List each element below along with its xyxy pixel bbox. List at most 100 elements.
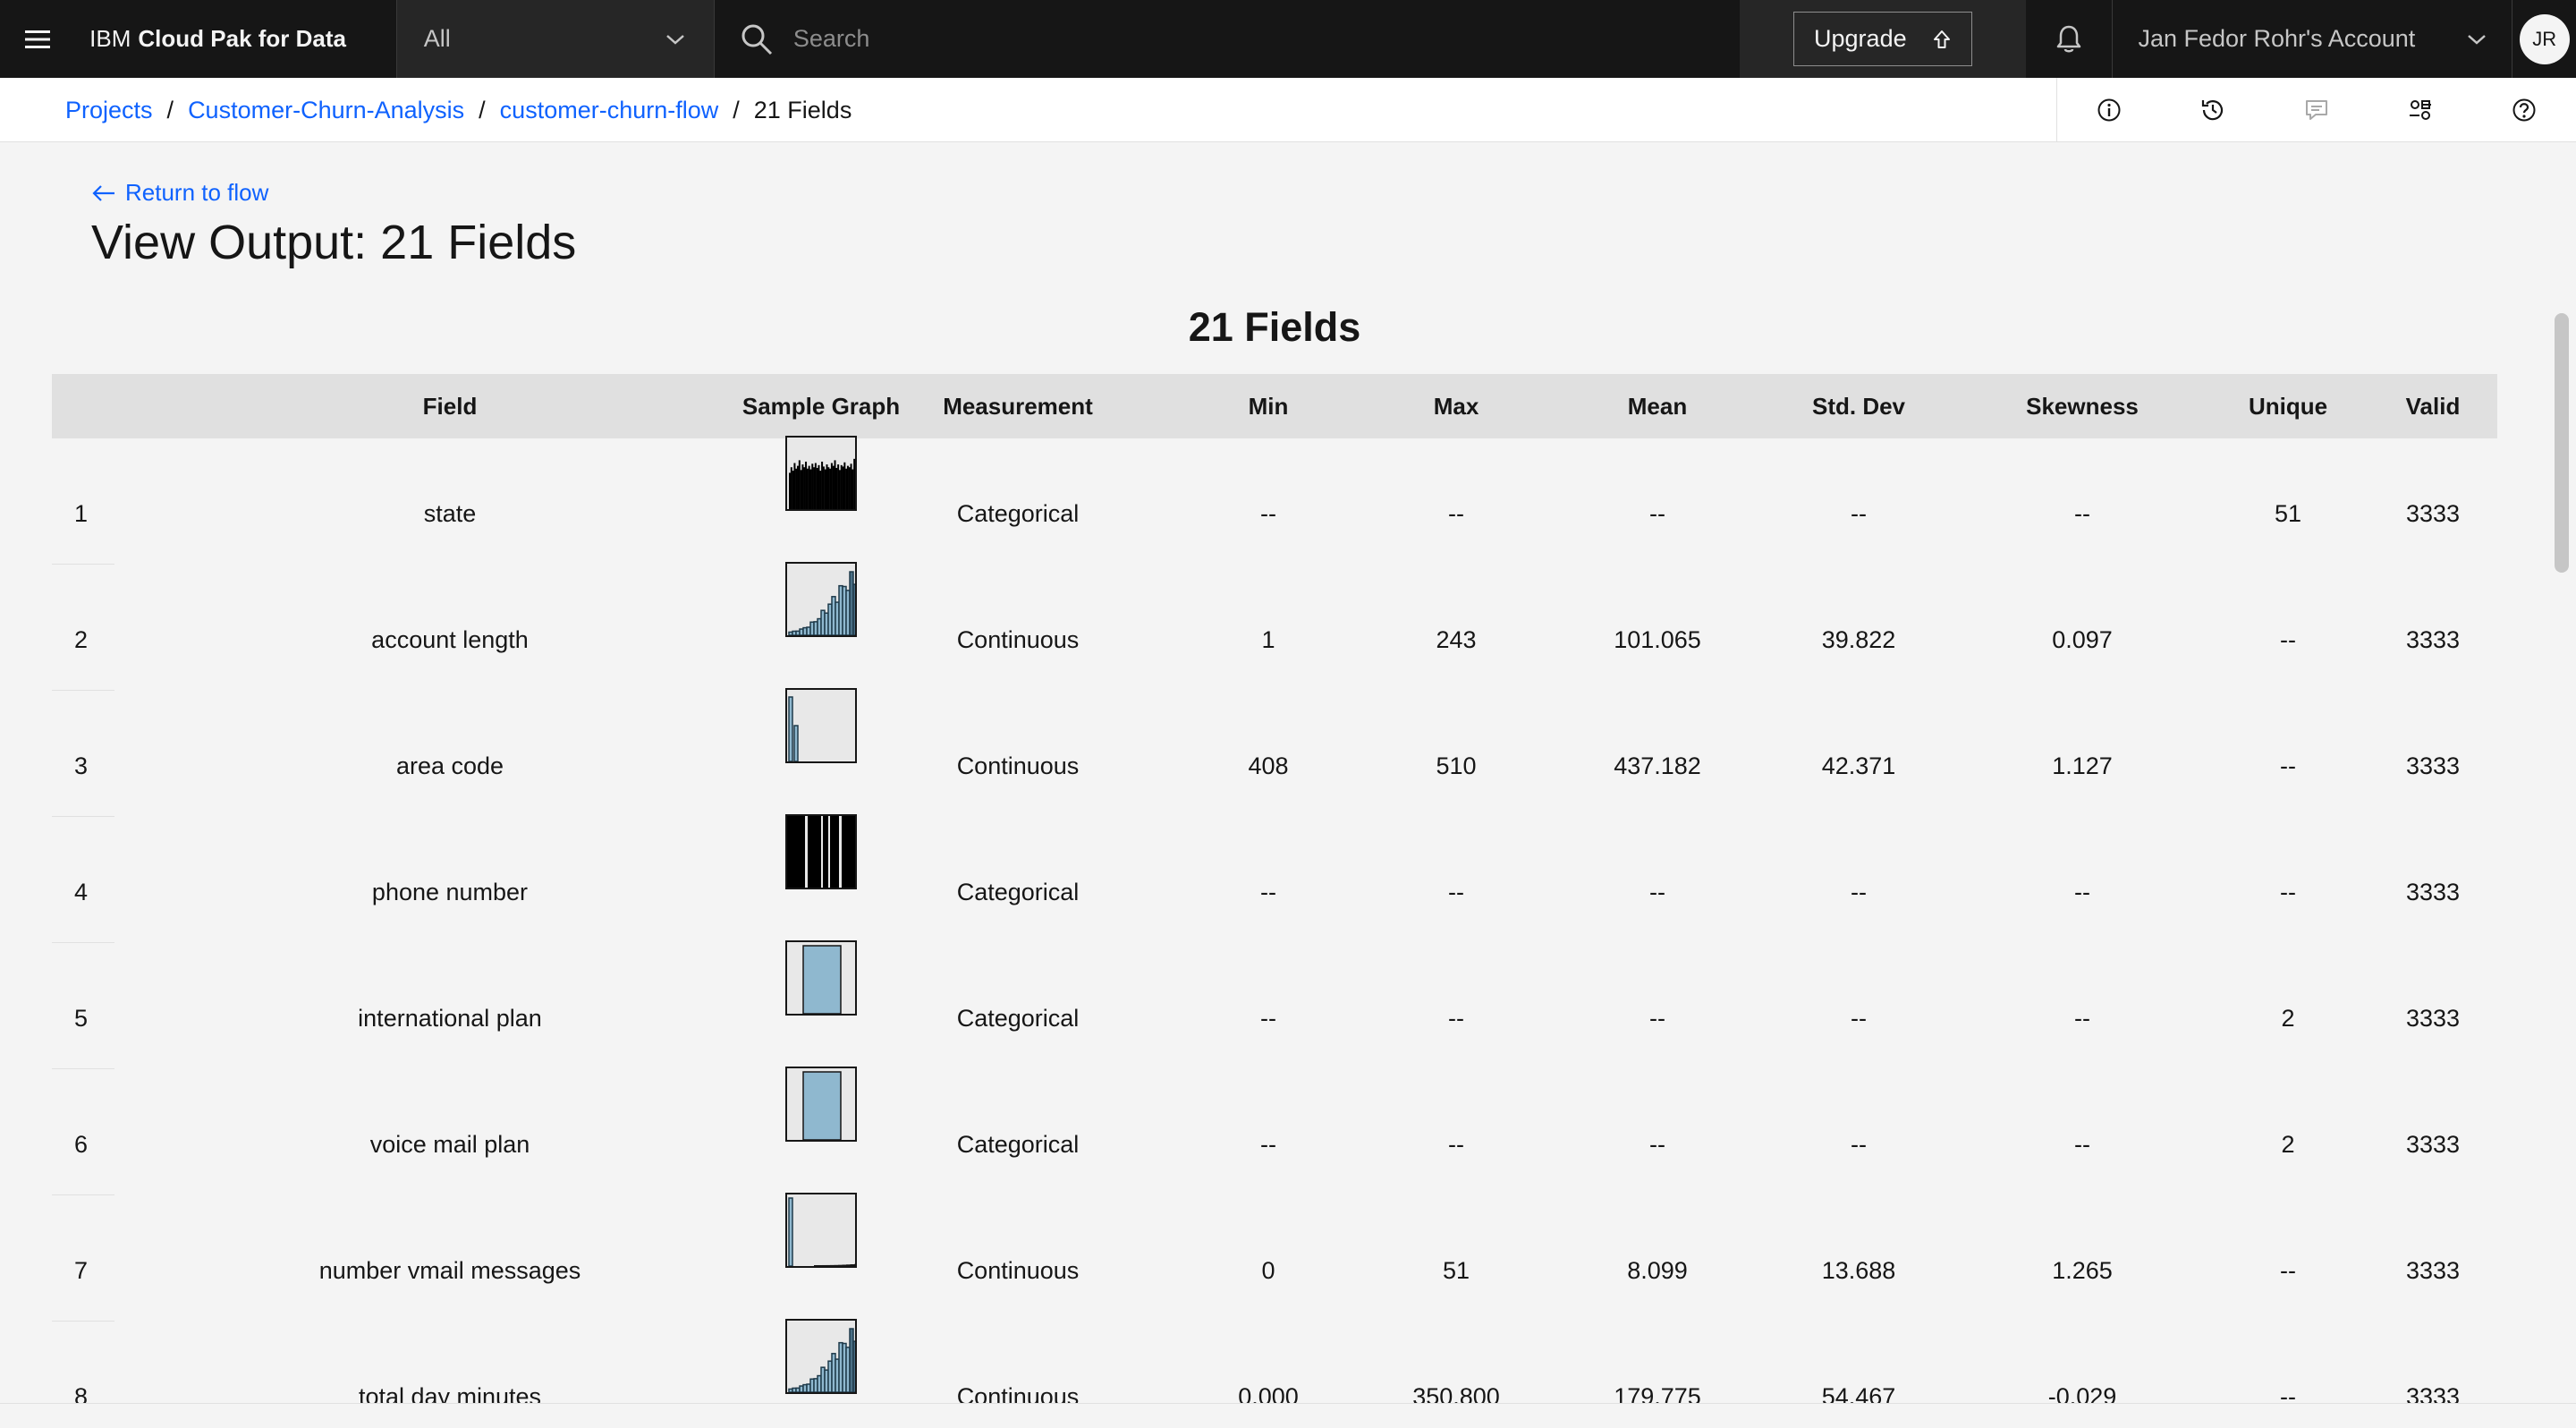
unique-value: 51	[2274, 500, 2302, 527]
breadcrumb-flow[interactable]: customer-churn-flow	[500, 97, 719, 124]
unique-value: --	[2280, 1383, 2296, 1403]
horizontal-scrollbar[interactable]	[0, 1403, 2576, 1428]
row-index: 7	[74, 1257, 89, 1284]
measurement: Categorical	[956, 1005, 1080, 1032]
breadcrumb-separator: /	[733, 96, 740, 123]
header-valid[interactable]: Valid	[2368, 393, 2497, 421]
settings-button[interactable]	[2368, 78, 2472, 142]
measurement: Continuous	[956, 1383, 1080, 1403]
vertical-scrollbar[interactable]	[2555, 313, 2569, 573]
std-dev-value: 39.822	[1821, 626, 1896, 653]
graph-bar	[840, 464, 843, 509]
table-header: Field Sample Graph Measurement Min Max M…	[52, 374, 2497, 438]
graph-bar	[803, 466, 806, 509]
header-field[interactable]: Field	[114, 393, 785, 421]
sample-graph-svg	[788, 1196, 855, 1266]
mean-value: 8.099	[1627, 1257, 1688, 1284]
graph-bar	[855, 816, 857, 888]
help-button[interactable]	[2472, 78, 2576, 142]
table-row[interactable]: 7 number vmail messages Continuous 0 51 8.099…	[52, 1192, 2497, 1322]
min-value: 0	[1261, 1257, 1275, 1284]
scope-dropdown[interactable]: All	[395, 0, 714, 78]
user-avatar-button[interactable]: JR	[2512, 0, 2576, 78]
breadcrumb-current: 21 Fields	[753, 96, 852, 123]
skewness-value: --	[2074, 500, 2090, 527]
sample-graph-thumbnail[interactable]	[785, 1066, 857, 1142]
max-value: 243	[1436, 626, 1477, 653]
upgrade-button[interactable]: Upgrade	[1793, 12, 1973, 66]
graph-bar	[797, 465, 800, 509]
graph-bar	[814, 463, 817, 509]
search-icon	[741, 24, 772, 55]
table-row[interactable]: 8 total day minutes Continuous 0.000 350.800…	[52, 1318, 2497, 1403]
account-switcher[interactable]: Jan Fedor Rohr's Account	[2112, 0, 2512, 78]
header-std-dev[interactable]: Std. Dev	[1760, 393, 1957, 421]
brand-name: Cloud Pak for Data	[138, 25, 346, 52]
table-row[interactable]: 1 state Categorical -- -- -- -- -- 51 3333	[52, 435, 2497, 565]
graph-bar	[793, 463, 796, 509]
table-row[interactable]: 5 international plan Categorical -- -- -- -- --…	[52, 939, 2497, 1069]
row-index: 8	[74, 1383, 89, 1403]
table-row[interactable]: 6 voice mail plan Categorical -- -- -- -- -- 2 33…	[52, 1066, 2497, 1195]
page-title: View Output: 21 Fields	[91, 216, 577, 269]
measurement: Continuous	[956, 1257, 1080, 1284]
measurement: Categorical	[956, 500, 1080, 527]
header-skewness[interactable]: Skewness	[1957, 393, 2207, 421]
sample-graph	[785, 1318, 857, 1394]
sample-graph-thumbnail[interactable]	[785, 939, 857, 1016]
scope-value: All	[423, 25, 451, 52]
graph-bar	[846, 465, 849, 509]
table-row[interactable]: 4 phone number Categorical -- -- -- -- -- -- 3333	[52, 813, 2497, 943]
graph-bar	[798, 459, 801, 509]
graph-bar	[843, 462, 846, 509]
sample-graph-thumbnail[interactable]	[785, 1192, 857, 1268]
graph-bar	[824, 469, 826, 509]
breadcrumb-project[interactable]: Customer-Churn-Analysis	[188, 97, 464, 124]
header-mean[interactable]: Mean	[1555, 393, 1760, 421]
header-measurement[interactable]: Measurement	[857, 393, 1179, 421]
graph-bar	[790, 466, 792, 509]
history-button[interactable]	[2161, 78, 2265, 142]
graph-bar	[813, 466, 816, 509]
sample-graph-thumbnail[interactable]	[785, 1318, 857, 1394]
notifications-button[interactable]	[2026, 0, 2113, 78]
std-dev-value: --	[1851, 1005, 1867, 1032]
breadcrumb-projects[interactable]: Projects	[65, 97, 153, 124]
sample-graph-svg	[787, 815, 857, 888]
sample-graph-svg	[789, 458, 855, 509]
upgrade-arrow-icon	[1934, 30, 1951, 48]
graph-bar	[788, 1196, 793, 1266]
graph-bar	[837, 463, 840, 509]
sample-graph-thumbnail[interactable]	[785, 435, 857, 511]
graph-bar	[829, 468, 832, 509]
graph-bar	[842, 1263, 846, 1266]
product-name[interactable]: IBM Cloud Pak for Data	[75, 0, 396, 78]
menu-button[interactable]	[0, 0, 75, 78]
table-row[interactable]: 2 account length Continuous 1 243 101.065 39.8…	[52, 561, 2497, 691]
return-to-flow-link[interactable]: Return to flow	[91, 179, 268, 207]
sample-graph-thumbnail[interactable]	[785, 687, 857, 763]
graph-bar	[845, 468, 848, 509]
upgrade-area: Upgrade	[1740, 0, 2026, 78]
sample-graph-thumbnail[interactable]	[785, 813, 857, 889]
info-button[interactable]	[2057, 78, 2161, 142]
skewness-value: 0.097	[2052, 626, 2113, 653]
graph-bar	[801, 463, 804, 509]
graph-bar	[806, 468, 809, 509]
table-row[interactable]: 3 area code Continuous 408 510 437.182 42.371 1…	[52, 687, 2497, 817]
header-unique[interactable]: Unique	[2207, 393, 2368, 421]
return-to-flow-label: Return to flow	[125, 179, 269, 206]
comments-button[interactable]	[2265, 78, 2368, 142]
header-min[interactable]: Min	[1179, 393, 1358, 421]
graph-bar	[846, 1263, 851, 1266]
graph-bar	[802, 1070, 842, 1140]
settings-adjust-icon	[2410, 100, 2431, 120]
header-max[interactable]: Max	[1358, 393, 1555, 421]
sample-graph-thumbnail[interactable]	[785, 561, 857, 637]
measurement: Continuous	[956, 626, 1080, 653]
history-icon	[2201, 100, 2224, 121]
std-dev-value: 13.688	[1821, 1257, 1896, 1284]
row-index: 3	[74, 752, 89, 779]
search-field[interactable]: Search	[713, 0, 1741, 78]
search-input[interactable]: Search	[793, 25, 870, 53]
